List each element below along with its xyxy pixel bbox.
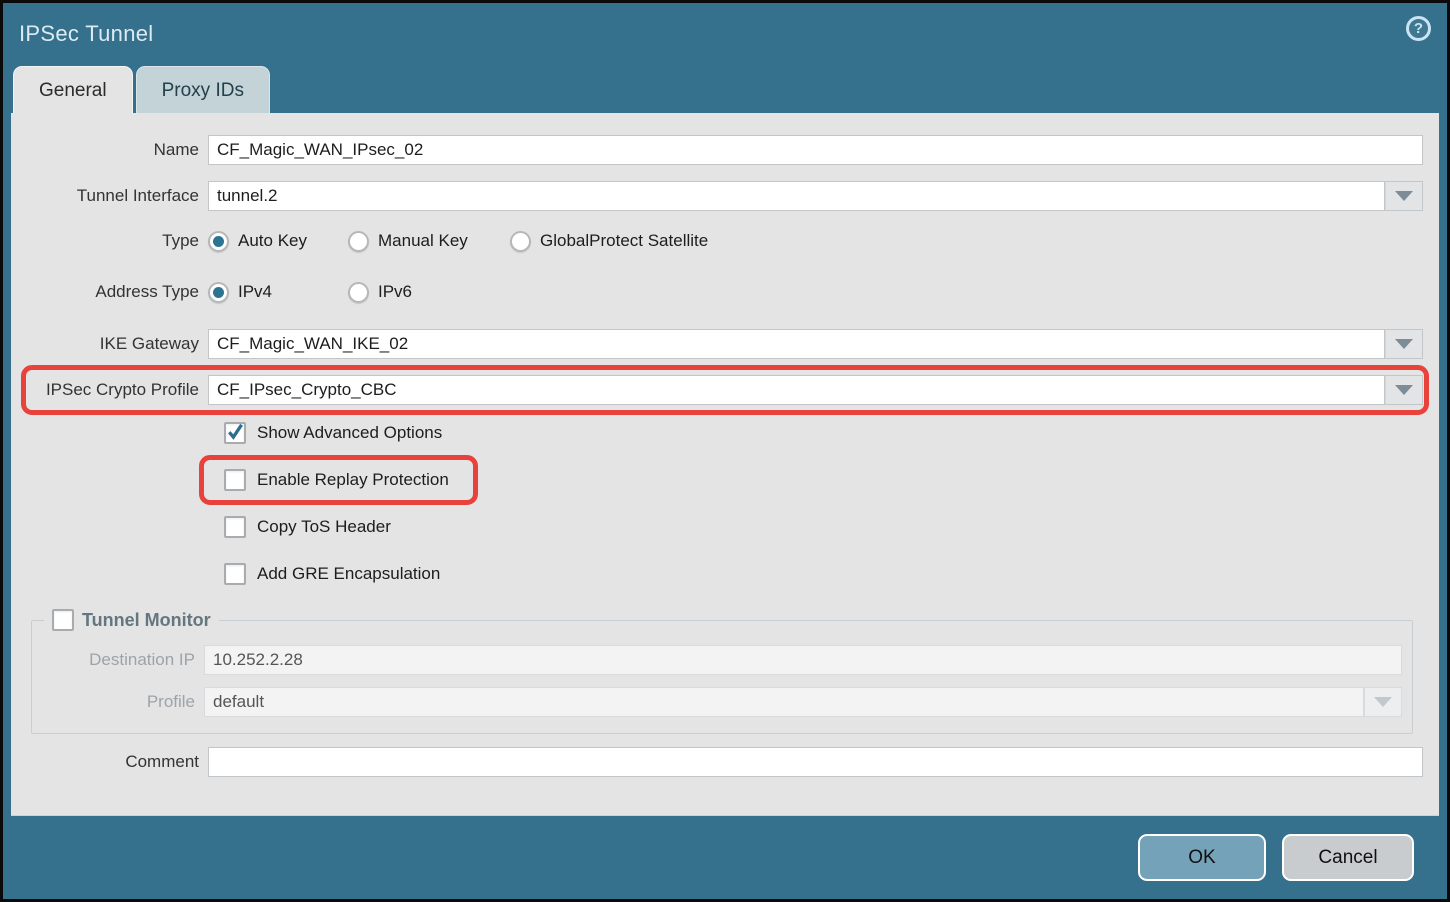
checkbox-checked-icon — [224, 422, 246, 444]
comment-input[interactable] — [208, 747, 1423, 777]
destination-ip-input — [204, 645, 1402, 675]
ipsec-crypto-profile-row-highlight: IPSec Crypto Profile — [21, 365, 1429, 415]
tab-proxy-ids-label: Proxy IDs — [162, 80, 244, 101]
copy-tos-header-label: Copy ToS Header — [257, 517, 391, 537]
tunnel-monitor-checkbox[interactable] — [52, 609, 74, 631]
general-tab-panel: Name Tunnel Interface Type Auto Key — [11, 113, 1439, 816]
add-gre-encapsulation-label: Add GRE Encapsulation — [257, 564, 440, 584]
show-advanced-options-row: Show Advanced Options — [224, 421, 1439, 445]
copy-tos-header-checkbox[interactable]: Copy ToS Header — [224, 516, 391, 538]
tab-general-label: General — [39, 80, 107, 101]
name-input[interactable] — [208, 135, 1423, 165]
dialog-titlebar: IPSec Tunnel ? — [3, 3, 1447, 66]
enable-replay-protection-row: Enable Replay Protection — [224, 468, 1439, 492]
radio-icon — [348, 231, 369, 252]
radio-auto-key-label: Auto Key — [238, 231, 307, 251]
cancel-button[interactable]: Cancel — [1282, 834, 1414, 881]
address-type-label: Address Type — [11, 282, 208, 302]
help-icon[interactable]: ? — [1406, 16, 1431, 41]
radio-globalprotect-satellite-label: GlobalProtect Satellite — [540, 231, 708, 251]
tunnel-interface-input[interactable] — [208, 181, 1385, 211]
type-label: Type — [11, 231, 208, 251]
radio-icon — [348, 282, 369, 303]
comment-row: Comment — [11, 747, 1439, 777]
radio-manual-key-label: Manual Key — [378, 231, 468, 251]
checkbox-unchecked-icon — [224, 563, 246, 585]
type-row: Type Auto Key Manual Key GlobalProtect S… — [11, 227, 1439, 255]
checkmark-icon — [226, 422, 244, 444]
help-glyph: ? — [1414, 20, 1423, 37]
radio-manual-key[interactable]: Manual Key — [348, 231, 510, 252]
radio-icon — [208, 231, 229, 252]
tab-bar: General Proxy IDs — [3, 66, 1447, 113]
checkbox-unchecked-icon — [224, 516, 246, 538]
add-gre-encapsulation-row: Add GRE Encapsulation — [224, 562, 1439, 586]
dialog-title: IPSec Tunnel — [19, 21, 153, 46]
show-advanced-options-checkbox[interactable]: Show Advanced Options — [224, 422, 442, 444]
profile-label: Profile — [32, 692, 204, 712]
name-row: Name — [11, 135, 1439, 165]
radio-ipv6[interactable]: IPv6 — [348, 282, 412, 303]
ike-gateway-label: IKE Gateway — [11, 334, 208, 354]
ipsec-crypto-profile-dropdown-button[interactable] — [1385, 375, 1423, 405]
profile-input — [204, 687, 1364, 717]
radio-ipv4[interactable]: IPv4 — [208, 282, 348, 303]
ipsec-crypto-profile-label: IPSec Crypto Profile — [34, 380, 208, 400]
comment-label: Comment — [11, 752, 208, 772]
enable-replay-protection-checkbox[interactable]: Enable Replay Protection — [199, 455, 478, 505]
ike-gateway-row: IKE Gateway — [11, 329, 1439, 359]
dialog-footer: OK Cancel — [3, 816, 1447, 899]
chevron-down-icon — [1395, 339, 1413, 349]
ipsec-tunnel-dialog: IPSec Tunnel ? General Proxy IDs Name Tu… — [3, 3, 1447, 899]
tunnel-interface-dropdown-button[interactable] — [1385, 181, 1423, 211]
tunnel-monitor-label: Tunnel Monitor — [82, 610, 211, 631]
profile-dropdown-button — [1364, 687, 1402, 717]
chevron-down-icon — [1374, 697, 1392, 707]
tunnel-interface-label: Tunnel Interface — [11, 186, 208, 206]
copy-tos-header-row: Copy ToS Header — [224, 515, 1439, 539]
tunnel-interface-row: Tunnel Interface — [11, 181, 1439, 211]
name-label: Name — [11, 140, 208, 160]
radio-auto-key[interactable]: Auto Key — [208, 231, 348, 252]
radio-icon — [510, 231, 531, 252]
profile-row: Profile — [32, 687, 1402, 717]
radio-ipv4-label: IPv4 — [238, 282, 272, 302]
ok-button[interactable]: OK — [1138, 834, 1266, 881]
ike-gateway-input[interactable] — [208, 329, 1385, 359]
tunnel-monitor-legend: Tunnel Monitor — [44, 609, 219, 631]
show-advanced-options-label: Show Advanced Options — [257, 423, 442, 443]
tab-general[interactable]: General — [13, 66, 133, 113]
checkbox-unchecked-icon — [224, 469, 246, 491]
radio-icon — [208, 282, 229, 303]
tab-proxy-ids[interactable]: Proxy IDs — [136, 66, 270, 113]
radio-globalprotect-satellite[interactable]: GlobalProtect Satellite — [510, 231, 708, 252]
destination-ip-label: Destination IP — [32, 650, 204, 670]
enable-replay-protection-label: Enable Replay Protection — [257, 470, 449, 490]
address-type-row: Address Type IPv4 IPv6 — [11, 278, 1439, 306]
destination-ip-row: Destination IP — [32, 645, 1402, 675]
ipsec-crypto-profile-input[interactable] — [208, 375, 1385, 405]
add-gre-encapsulation-checkbox[interactable]: Add GRE Encapsulation — [224, 563, 440, 585]
chevron-down-icon — [1395, 385, 1413, 395]
radio-ipv6-label: IPv6 — [378, 282, 412, 302]
chevron-down-icon — [1395, 191, 1413, 201]
ike-gateway-dropdown-button[interactable] — [1385, 329, 1423, 359]
tunnel-monitor-section: Tunnel Monitor Destination IP Profile — [31, 609, 1413, 734]
